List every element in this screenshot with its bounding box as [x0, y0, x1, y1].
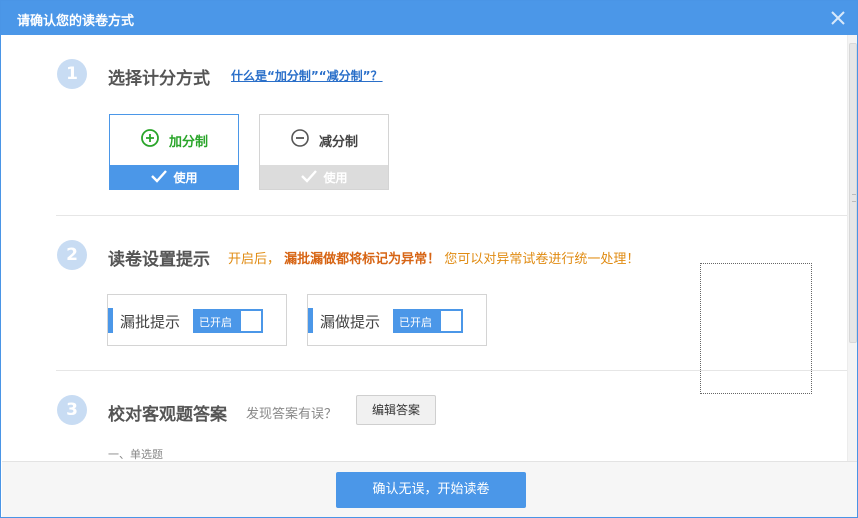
grip-icon [852, 194, 856, 202]
missed-grading-label: 漏批提示 [120, 313, 181, 331]
step-2-title: 读卷设置提示 [108, 250, 210, 270]
step-3-badge: 3 [57, 395, 87, 425]
toggle-state-label: 已开启 [399, 316, 432, 329]
accent-bar [108, 308, 113, 333]
minus-circle-icon [290, 128, 310, 152]
mode-card-subtractive[interactable]: 减分制 使用 [259, 114, 389, 190]
plus-circle-icon [140, 128, 160, 152]
title-bar[interactable]: 请确认您的读卷方式 [1, 1, 857, 35]
missed-grading-toggle-card: 漏批提示 已开启 [107, 294, 287, 346]
confirm-dialog: 请确认您的读卷方式 1 选择计分方式 什么是“加分制”“减分制”？ 加分制 使用… [0, 0, 858, 518]
use-additive-button[interactable]: 使用 [110, 165, 238, 189]
step-1-title: 选择计分方式 [108, 69, 210, 89]
reading-hint: 开启后， 漏批漏做都将标记为异常！ 您可以对异常试卷进行统一处理！ [228, 248, 639, 267]
mode-card-additive-top: 加分制 [110, 115, 238, 165]
section-divider [56, 215, 847, 216]
mode-card-additive[interactable]: 加分制 使用 [109, 114, 239, 190]
check-icon [150, 169, 168, 186]
dialog-footer: 确认无误，开始读卷 [2, 461, 857, 517]
step-2-badge: 2 [57, 240, 87, 270]
mode-additive-label: 加分制 [168, 134, 208, 150]
hint-prefix: 开启后， [228, 252, 281, 267]
dialog-content[interactable]: 1 选择计分方式 什么是“加分制”“减分制”？ 加分制 使用 减分制 使用 2 … [2, 35, 847, 461]
scoring-help-link[interactable]: 什么是“加分制”“减分制”？ [231, 67, 383, 84]
missed-answer-label: 漏做提示 [320, 313, 381, 331]
use-subtractive-label: 使用 [323, 170, 348, 185]
confirm-start-reading-button[interactable]: 确认无误，开始读卷 [336, 472, 526, 508]
close-icon[interactable] [827, 7, 849, 29]
missed-grading-toggle[interactable]: 已开启 [193, 309, 263, 333]
dialog-title: 请确认您的读卷方式 [17, 14, 135, 29]
vertical-scrollbar[interactable] [847, 35, 857, 461]
answer-error-question: 发现答案有误？ [246, 407, 338, 422]
step-1-badge: 1 [57, 59, 87, 89]
use-additive-label: 使用 [173, 170, 198, 185]
hint-suffix: 您可以对异常试卷进行统一处理！ [444, 252, 640, 267]
scrollbar-thumb[interactable] [849, 43, 857, 343]
mode-subtractive-label: 减分制 [318, 134, 358, 150]
toggle-knob [241, 311, 261, 331]
check-icon [300, 169, 318, 186]
use-subtractive-button[interactable]: 使用 [260, 165, 388, 189]
missed-answer-toggle[interactable]: 已开启 [393, 309, 463, 333]
section-label-single-choice: 一、单选题 [108, 448, 163, 461]
mode-card-subtractive-top: 减分制 [260, 115, 388, 165]
selection-marquee [700, 263, 812, 394]
toggle-knob [441, 311, 461, 331]
missed-answer-toggle-card: 漏做提示 已开启 [307, 294, 487, 346]
accent-bar [308, 308, 313, 333]
step-3-title: 校对客观题答案 [108, 405, 227, 425]
hint-emphasis: 漏批漏做都将标记为异常！ [284, 252, 441, 267]
section-divider [56, 370, 847, 371]
toggle-state-label: 已开启 [199, 316, 232, 329]
edit-answer-button[interactable]: 编辑答案 [356, 395, 436, 425]
